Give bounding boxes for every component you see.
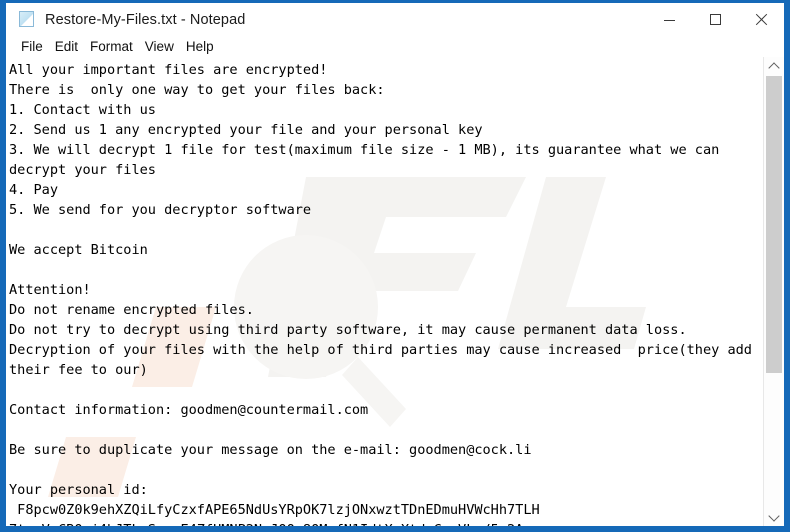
title-bar[interactable]: Restore-My-Files.txt - Notepad (6, 3, 784, 36)
note-text[interactable]: All your important files are encrypted! … (6, 57, 763, 526)
maximize-button[interactable] (692, 3, 738, 36)
minimize-button[interactable] (646, 3, 692, 36)
close-button[interactable] (738, 3, 784, 36)
menu-bar: File Edit Format View Help (6, 36, 784, 57)
scroll-up-button[interactable] (764, 57, 784, 75)
menu-item-file[interactable]: File (15, 36, 49, 57)
maximize-icon (709, 14, 721, 25)
close-icon (755, 13, 768, 26)
vertical-scrollbar[interactable] (763, 57, 784, 526)
chevron-down-icon (768, 509, 780, 522)
notepad-window: Restore-My-Files.txt - Notepad File Edit… (0, 0, 790, 532)
menu-item-view[interactable]: View (139, 36, 180, 57)
notepad-document-icon (19, 11, 36, 28)
window-title: Restore-My-Files.txt - Notepad (45, 11, 246, 28)
window-controls (646, 3, 784, 36)
menu-item-format[interactable]: Format (84, 36, 139, 57)
scroll-down-button[interactable] (764, 508, 784, 526)
minimize-icon (663, 20, 675, 21)
menu-item-edit[interactable]: Edit (49, 36, 84, 57)
editor-client-area: All your important files are encrypted! … (6, 57, 784, 526)
chevron-up-icon (768, 61, 780, 74)
scrollbar-thumb[interactable] (766, 76, 782, 373)
menu-item-help[interactable]: Help (180, 36, 220, 57)
